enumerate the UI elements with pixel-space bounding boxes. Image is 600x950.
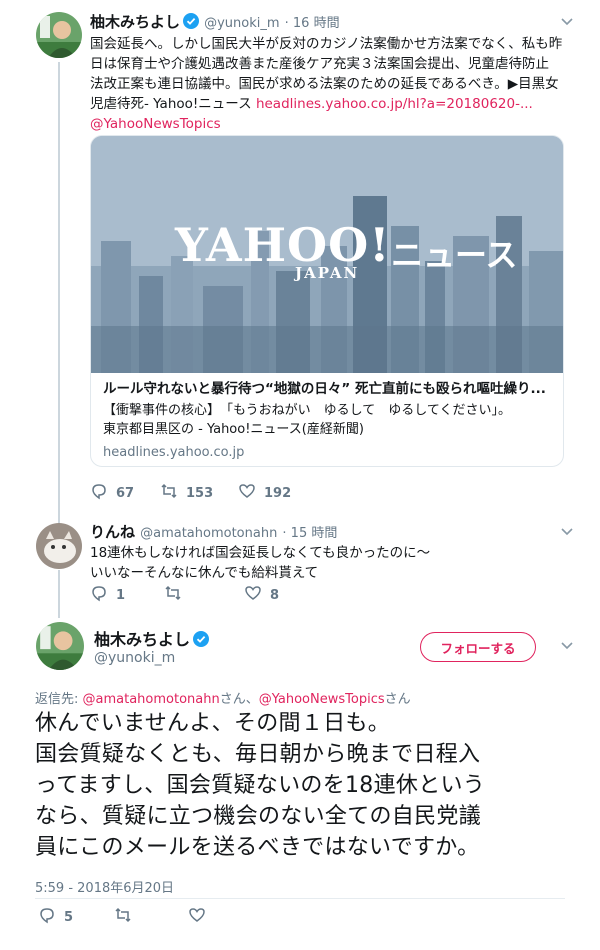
reply-icon <box>90 482 108 504</box>
retweet-icon <box>114 906 132 928</box>
tweet-actions: 5 <box>38 906 248 928</box>
link-card[interactable]: YAHOO! JAPAN ニュース ルール守れないと暴行待つ“地獄の日々” 死亡… <box>90 135 564 467</box>
reply-count: 1 <box>116 587 126 603</box>
reply-count: 67 <box>116 485 135 501</box>
tweet-text-line: 休んでいませんよ、その間１日も。 <box>35 711 391 736</box>
retweet-button[interactable] <box>114 906 188 928</box>
tweet-text: 休んでいませんよ、その間１日も。 国会質疑なくとも、毎日朝から晩まで日程入 って… <box>35 708 580 863</box>
follow-button[interactable]: フォローする <box>420 632 536 662</box>
tweet-text-line: 18連休もしなければ国会延長しなくても良かったのに〜 <box>90 545 431 561</box>
tweet-text-line: 員にこのメールを送るべきではないですか。 <box>35 835 480 860</box>
heart-icon <box>238 482 256 504</box>
author-name[interactable]: 柚木みちよし <box>94 630 190 649</box>
like-count: 8 <box>270 587 280 603</box>
chevron-down-icon[interactable] <box>560 524 574 538</box>
card-description-line: 東京都目黒区の - Yahoo!ニュース(産経新聞) <box>103 422 364 437</box>
like-button[interactable]: 192 <box>238 482 308 504</box>
retweet-icon <box>164 584 182 606</box>
reply-icon <box>38 906 56 928</box>
verified-badge-icon <box>183 13 200 29</box>
avatar[interactable] <box>36 523 82 569</box>
reply-to-suffix: さん、 <box>219 692 259 707</box>
chevron-down-icon[interactable] <box>560 638 574 652</box>
tweet-time[interactable]: · 15 時間 <box>282 526 337 541</box>
card-title: ルール守れないと暴行待つ“地獄の日々” 死亡直前にも殴られ嘔吐繰り... <box>103 381 546 397</box>
card-domain: headlines.yahoo.co.jp <box>103 445 245 460</box>
tweet-time[interactable]: · 16 時間 <box>285 16 340 31</box>
thread-line <box>58 62 60 527</box>
tweet-actions: 67 153 192 <box>90 482 308 504</box>
retweet-icon <box>160 482 178 504</box>
author-name[interactable]: 柚木みちよし <box>90 13 180 31</box>
divider <box>35 898 565 899</box>
retweet-count: 153 <box>186 485 214 501</box>
reply-to: 返信先: @amatahomotonahnさん、@YahooNewsTopics… <box>35 688 411 707</box>
yahoo-logo: YAHOO! <box>175 218 391 272</box>
tweet-text-line: 国会質疑なくとも、毎日朝から晩まで日程入 <box>35 742 481 767</box>
chevron-down-icon[interactable] <box>560 14 574 28</box>
article-link[interactable]: headlines.yahoo.co.jp/hl?a=20180620-... <box>256 96 533 112</box>
reply-to-label: 返信先: <box>35 692 83 707</box>
tweet-text-line: いいなーそんなに休んでも給料貰えて <box>90 565 319 581</box>
retweet-button[interactable] <box>164 584 244 606</box>
tweet-text-line: 法改正案も連日協議中。国民が求める法案のための延長であるべき。▶目黒女 <box>90 76 559 92</box>
like-button[interactable]: 8 <box>244 584 314 606</box>
tweet-text-line: なら、質疑に立つ機会のない全ての自民党議 <box>35 804 482 829</box>
reply-count: 5 <box>64 909 74 925</box>
tweet-text-line: ってますし、国会質疑ないのを18連休という <box>35 773 486 798</box>
mention-link[interactable]: @YahooNewsTopics <box>90 116 221 132</box>
reply-button[interactable]: 5 <box>38 906 114 928</box>
avatar[interactable] <box>36 622 84 670</box>
yahoo-logo-japan: JAPAN <box>295 264 360 282</box>
heart-icon <box>188 906 206 928</box>
like-button[interactable] <box>188 906 248 928</box>
verified-badge-icon <box>193 631 210 647</box>
tweet-text: 国会延長へ。しかし国民大半が反対のカジノ法案働かせ方法案でなく、私も昨 日は保育… <box>90 34 580 134</box>
reply-icon <box>90 584 108 606</box>
tweet-text-line: 児虐待死- Yahoo!ニュース <box>90 96 256 112</box>
yahoo-logo-news: ニュース <box>391 236 518 274</box>
heart-icon <box>244 584 262 606</box>
author-handle[interactable]: @yunoki_m <box>94 650 175 666</box>
like-count: 192 <box>264 485 292 501</box>
card-description: 【衝撃事件の核心】 「もうおねがい ゆるして ゆるしてください」。 東京都目黒区… <box>103 401 551 439</box>
tweet-text-line: 国会延長へ。しかし国民大半が反対のカジノ法案働かせ方法案でなく、私も昨 <box>90 36 563 52</box>
tweet-actions: 1 8 <box>90 584 314 606</box>
reply-to-suffix: さん <box>384 692 411 707</box>
retweet-button[interactable]: 153 <box>160 482 238 504</box>
card-description-line: 【衝撃事件の核心】 「もうおねがい ゆるして ゆるしてください」。 <box>103 403 511 418</box>
author-handle[interactable]: @yunoki_m <box>204 16 279 31</box>
tweet-text-line: 日は保育士や介護処遇改善また産後ケア充実３法案国会提出、児童虐待防止 <box>90 56 549 72</box>
tweet-timestamp[interactable]: 5:59 - 2018年6月20日 <box>35 877 174 896</box>
reply-button[interactable]: 67 <box>90 482 160 504</box>
reply-button[interactable]: 1 <box>90 584 164 606</box>
mention-link[interactable]: @amatahomotonahn <box>83 692 220 707</box>
author-handle[interactable]: @amatahomotonahn <box>140 526 277 541</box>
card-image: YAHOO! JAPAN ニュース <box>91 136 563 373</box>
tweet-text: 18連休もしなければ国会延長しなくても良かったのに〜 いいなーそんなに休んでも給… <box>90 543 570 583</box>
author-name[interactable]: りんね <box>90 523 135 541</box>
thread-line <box>58 570 60 618</box>
avatar[interactable] <box>36 12 82 58</box>
mention-link[interactable]: @YahooNewsTopics <box>259 692 385 707</box>
